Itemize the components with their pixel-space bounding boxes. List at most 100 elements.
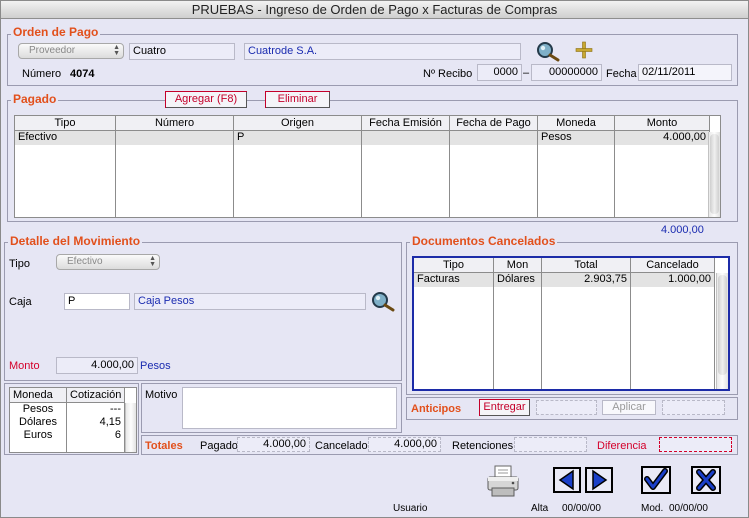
pagado-title: Pagado	[11, 92, 59, 106]
col-tipo[interactable]: Tipo	[414, 258, 494, 273]
proveedor-name-field[interactable]: Cuatrode S.A.	[244, 43, 521, 60]
col-cotizacion[interactable]: Cotización	[66, 388, 125, 403]
cotizacion-scrollbar[interactable]	[125, 403, 136, 452]
magnifier-icon[interactable]	[369, 290, 397, 312]
cotizacion-table: Moneda Cotización Pesos --- Dólares 4,15…	[10, 388, 125, 452]
cancel-button[interactable]	[691, 466, 721, 494]
triangle-right-icon	[585, 467, 613, 493]
col-origen[interactable]: Origen	[233, 116, 362, 131]
monto-moneda: Pesos	[140, 360, 171, 372]
proveedor-popup-label: Proveedor	[29, 45, 76, 56]
entregar-button[interactable]: Entregar	[479, 399, 530, 416]
mod-value: 00/00/00	[669, 503, 708, 514]
popup-arrows-icon: ▲ ▼	[149, 255, 156, 268]
pagado-header-row: Tipo Número Origen Fecha Emisión Fecha d…	[15, 116, 710, 131]
documentos-scroll-thumb[interactable]	[718, 275, 727, 375]
fecha-field[interactable]: 02/11/2011	[638, 64, 732, 81]
col-moneda[interactable]: Moneda	[537, 116, 615, 131]
window-title: PRUEBAS - Ingreso de Orden de Pago x Fac…	[1, 1, 748, 19]
cell-emision	[361, 130, 450, 145]
detalle-title: Detalle del Movimiento	[8, 234, 143, 248]
printer-icon[interactable]	[485, 464, 521, 498]
triangle-left-icon	[553, 467, 581, 493]
orden-title: Orden de Pago	[11, 25, 101, 39]
plus-icon[interactable]	[575, 41, 593, 59]
motivo-field[interactable]	[182, 387, 397, 429]
documentos-table: Tipo Mon Total Cancelado Facturas Dólare…	[414, 258, 715, 389]
table-row[interactable]: Euros 6	[10, 428, 125, 442]
totales-label: Totales	[145, 440, 183, 452]
ok-button[interactable]	[641, 466, 671, 494]
recibo-dash: –	[523, 67, 530, 79]
window: PRUEBAS - Ingreso de Orden de Pago x Fac…	[0, 0, 749, 518]
caja-name-field[interactable]: Caja Pesos	[134, 293, 366, 310]
anticipos-field-1[interactable]	[536, 400, 597, 415]
table-row[interactable]: Dólares 4,15	[10, 415, 125, 429]
aplicar-button[interactable]: Aplicar	[602, 400, 656, 415]
cell-mon: Dólares	[493, 272, 542, 287]
next-button[interactable]	[585, 467, 613, 493]
diferencia-field[interactable]	[659, 437, 732, 452]
alta-label: Alta	[531, 503, 549, 514]
col-moneda[interactable]: Moneda	[10, 388, 67, 403]
col-cancelado[interactable]: Cancelado	[630, 258, 715, 273]
prev-button[interactable]	[553, 467, 581, 493]
cell-cotizacion: 6	[66, 428, 125, 442]
eliminar-button[interactable]: Eliminar	[265, 91, 330, 108]
cell-monto: 4.000,00	[614, 130, 710, 145]
documentos-grid[interactable]: Tipo Mon Total Cancelado Facturas Dólare…	[412, 256, 730, 391]
recibo-serie-field[interactable]: 0000	[477, 64, 522, 81]
monto-label: Monto	[9, 360, 40, 372]
pagado-total-field[interactable]: 4.000,00	[237, 437, 310, 452]
table-row[interactable]: Efectivo P Pesos 4.000,00	[15, 130, 710, 145]
pagado-grid[interactable]: Tipo Número Origen Fecha Emisión Fecha d…	[14, 115, 721, 218]
documentos-header-row: Tipo Mon Total Cancelado	[414, 258, 715, 273]
col-numero[interactable]: Número	[115, 116, 234, 131]
usuario-label: Usuario	[393, 503, 428, 514]
x-icon	[691, 466, 721, 494]
col-fecha-pago[interactable]: Fecha de Pago	[449, 116, 538, 131]
motivo-label: Motivo	[145, 389, 178, 401]
magnifier-icon[interactable]	[534, 40, 562, 62]
cell-numero	[115, 130, 234, 145]
col-tipo[interactable]: Tipo	[15, 116, 116, 131]
col-monto[interactable]: Monto	[614, 116, 710, 131]
cell-moneda: Pesos	[537, 130, 615, 145]
pagado-scrollbar[interactable]	[708, 132, 720, 217]
cancelado-total-field[interactable]: 4.000,00	[368, 437, 441, 452]
cell-cotizacion: 4,15	[66, 415, 125, 429]
monto-field[interactable]: 4.000,00	[56, 357, 138, 374]
tipo-popup[interactable]: Efectivo ▲ ▼	[56, 254, 160, 270]
fecha-label: Fecha	[606, 68, 637, 80]
col-total[interactable]: Total	[541, 258, 631, 273]
proveedor-code-field[interactable]: Cuatro	[129, 43, 235, 60]
caja-code-field[interactable]: P	[64, 293, 130, 310]
col-fecha-emision[interactable]: Fecha Emisión	[361, 116, 450, 131]
caja-label: Caja	[9, 296, 32, 308]
pagado-scroll-thumb[interactable]	[710, 134, 719, 214]
numero-label: Número	[22, 68, 62, 80]
popup-arrows-icon: ▲ ▼	[113, 44, 120, 57]
anticipos-field-2[interactable]	[662, 400, 725, 415]
cell-cotizacion: ---	[66, 402, 125, 416]
retenciones-label: Retenciones	[452, 440, 514, 452]
numero-value: 4074	[70, 68, 95, 80]
documentos-title: Documentos Cancelados	[410, 234, 558, 248]
cell-moneda: Euros	[10, 428, 67, 442]
cotizacion-header-row: Moneda Cotización	[10, 388, 125, 403]
col-mon[interactable]: Mon	[493, 258, 542, 273]
cotizacion-grid[interactable]: Moneda Cotización Pesos --- Dólares 4,15…	[9, 387, 137, 453]
table-row-empty	[414, 286, 715, 389]
table-row[interactable]: Pesos ---	[10, 402, 125, 416]
table-row[interactable]: Facturas Dólares 2.903,75 1.000,00	[414, 272, 715, 287]
agregar-button[interactable]: Agregar (F8)	[165, 91, 247, 108]
tipo-label: Tipo	[9, 258, 30, 270]
pagado-label: Pagado	[200, 440, 238, 452]
retenciones-field[interactable]	[514, 437, 587, 452]
cell-origen: P	[233, 130, 362, 145]
cell-moneda: Pesos	[10, 402, 67, 416]
proveedor-popup[interactable]: Proveedor ▲ ▼	[18, 43, 124, 59]
cancelado-label: Cancelado	[315, 440, 368, 452]
recibo-numero-field[interactable]: 00000000	[531, 64, 602, 81]
documentos-scrollbar[interactable]	[716, 273, 728, 389]
